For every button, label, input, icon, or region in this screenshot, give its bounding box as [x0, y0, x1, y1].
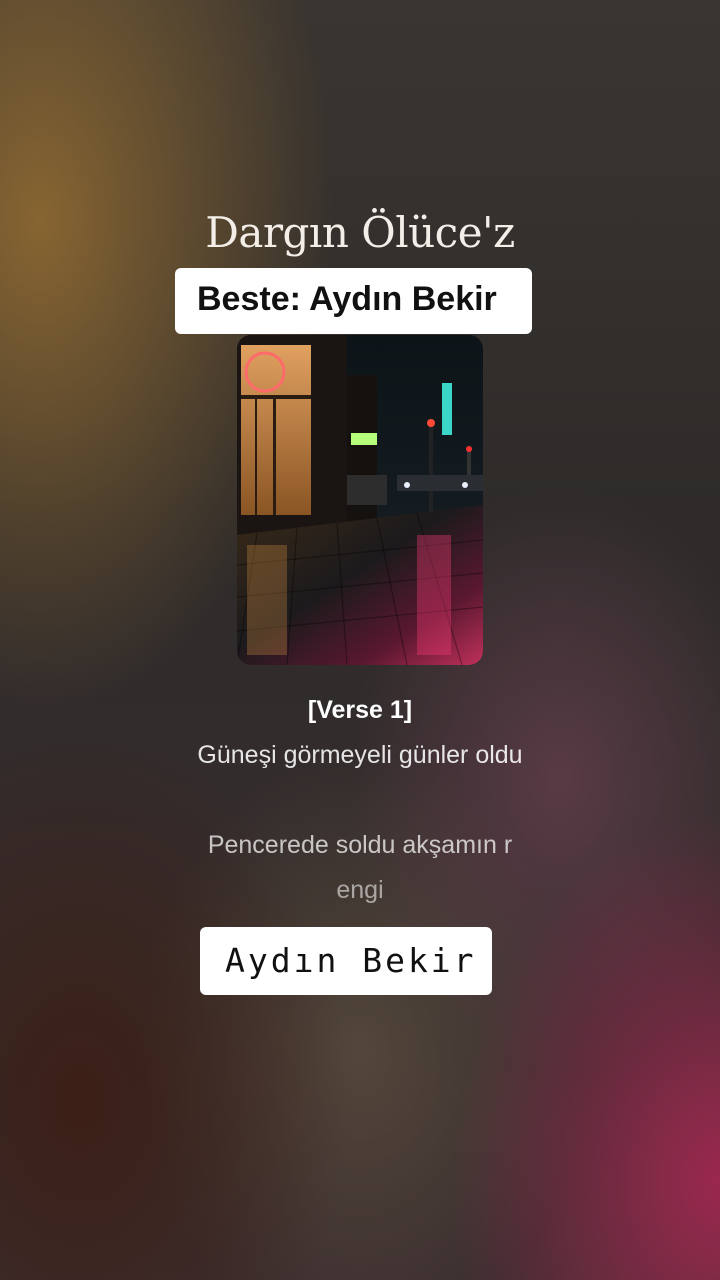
lyric-line: Pencerede soldu akşamın r: [207, 831, 513, 859]
composer-label: Beste: Aydın Bekir: [175, 268, 532, 334]
album-cover-image: [237, 335, 483, 665]
artist-name-label: Aydın Bekir: [200, 927, 492, 995]
lyric-line: Güneşi görmeyeli günler oldu: [197, 741, 523, 769]
lyric-line: engi: [336, 876, 384, 904]
album-cover[interactable]: [237, 335, 483, 665]
lyric-section-label: [Verse 1]: [307, 696, 413, 724]
song-title: Dargın Ölüce'z: [205, 208, 515, 257]
